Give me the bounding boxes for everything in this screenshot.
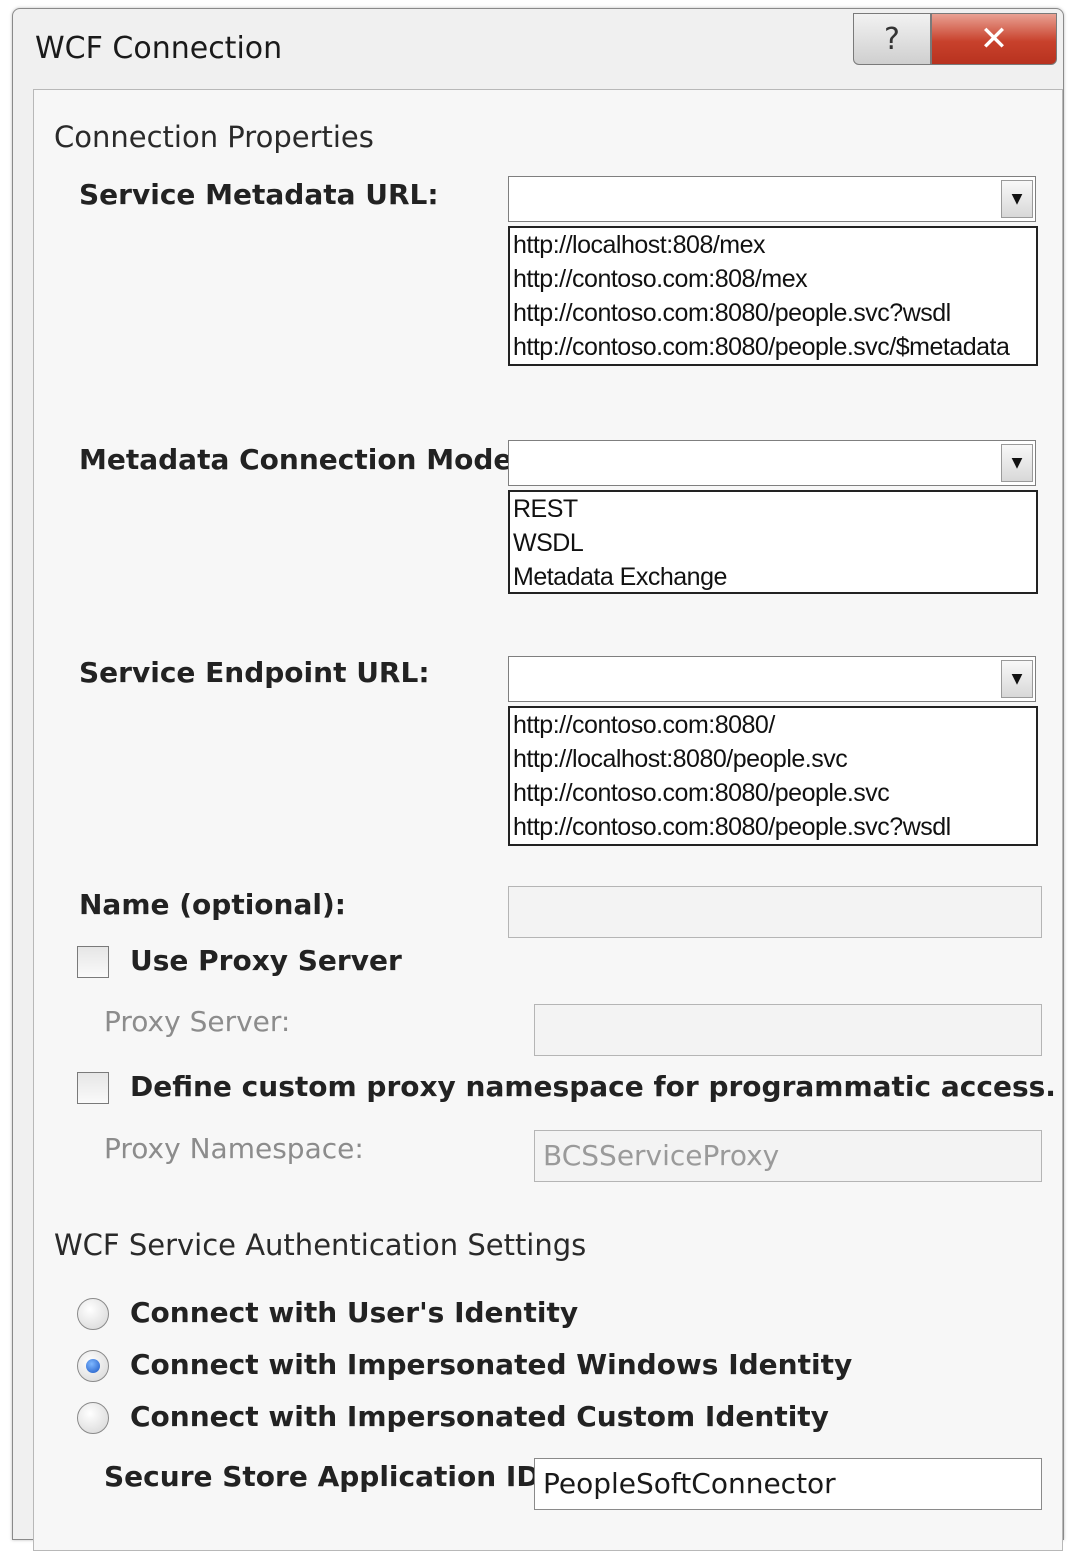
close-button[interactable]: ✕ xyxy=(931,13,1057,65)
close-icon: ✕ xyxy=(979,19,1009,59)
radio-impersonated-custom[interactable] xyxy=(77,1402,109,1434)
service-metadata-url-list: http://localhost:808/mex http://contoso.… xyxy=(508,226,1038,366)
list-item[interactable]: http://contoso.com:8080/people.svc/$meta… xyxy=(510,330,1036,364)
use-proxy-checkbox[interactable] xyxy=(77,946,109,978)
use-proxy-label[interactable]: Use Proxy Server xyxy=(130,944,402,977)
proxy-server-field[interactable] xyxy=(534,1004,1042,1056)
list-item[interactable]: WSDL xyxy=(510,526,1036,560)
users-identity-label[interactable]: Connect with User's Identity xyxy=(130,1296,578,1329)
list-item[interactable]: http://contoso.com:8080/people.svc?wsdl xyxy=(510,810,1036,844)
service-endpoint-url-label: Service Endpoint URL: xyxy=(79,656,430,689)
connection-properties-heading: Connection Properties xyxy=(54,120,374,154)
auth-settings-heading: WCF Service Authentication Settings xyxy=(54,1228,587,1262)
service-metadata-url-combo[interactable]: ▼ xyxy=(508,176,1036,222)
impersonated-custom-label[interactable]: Connect with Impersonated Custom Identit… xyxy=(130,1400,829,1433)
chevron-down-icon[interactable]: ▼ xyxy=(1001,444,1033,482)
list-item[interactable]: Metadata Exchange xyxy=(510,560,1036,592)
name-field[interactable] xyxy=(508,886,1042,938)
list-item[interactable]: http://localhost:8080/people.svc xyxy=(510,742,1036,776)
radio-users-identity[interactable] xyxy=(77,1298,109,1330)
impersonated-windows-label[interactable]: Connect with Impersonated Windows Identi… xyxy=(130,1348,852,1381)
service-endpoint-url-list: http://contoso.com:8080/ http://localhos… xyxy=(508,706,1038,846)
dialog-title: WCF Connection xyxy=(35,31,283,66)
chevron-down-icon[interactable]: ▼ xyxy=(1001,180,1033,218)
custom-namespace-checkbox[interactable] xyxy=(77,1072,109,1104)
chevron-down-icon[interactable]: ▼ xyxy=(1001,660,1033,698)
secure-store-app-id-field[interactable]: PeopleSoftConnector xyxy=(534,1458,1042,1510)
dialog-content: Connection Properties Service Metadata U… xyxy=(33,89,1063,1551)
list-item[interactable]: REST xyxy=(510,492,1036,526)
metadata-connection-mode-list: REST WSDL Metadata Exchange xyxy=(508,490,1038,594)
list-item[interactable]: http://contoso.com:808/mex xyxy=(510,262,1036,296)
custom-namespace-label[interactable]: Define custom proxy namespace for progra… xyxy=(130,1070,1056,1103)
help-button[interactable]: ? xyxy=(853,13,931,65)
metadata-connection-mode-combo[interactable]: ▼ xyxy=(508,440,1036,486)
service-metadata-url-label: Service Metadata URL: xyxy=(79,178,439,211)
proxy-namespace-field[interactable]: BCSServiceProxy xyxy=(534,1130,1042,1182)
list-item[interactable]: http://contoso.com:8080/people.svc xyxy=(510,776,1036,810)
radio-impersonated-windows[interactable] xyxy=(77,1350,109,1382)
proxy-server-label: Proxy Server: xyxy=(104,1005,291,1038)
list-item[interactable]: http://localhost:808/mex xyxy=(510,228,1036,262)
metadata-connection-mode-label: Metadata Connection Mode: xyxy=(79,443,524,476)
secure-store-label: Secure Store Application ID: xyxy=(104,1460,551,1493)
list-item[interactable]: http://contoso.com:8080/ xyxy=(510,708,1036,742)
help-icon: ? xyxy=(884,21,900,57)
wcf-connection-dialog: WCF Connection ? ✕ Connection Properties… xyxy=(12,8,1064,1551)
list-item[interactable]: http://contoso.com:8080/people.svc?wsdl xyxy=(510,296,1036,330)
service-endpoint-url-combo[interactable]: ▼ xyxy=(508,656,1036,702)
name-optional-label: Name (optional): xyxy=(79,888,346,921)
proxy-namespace-label: Proxy Namespace: xyxy=(104,1132,364,1165)
